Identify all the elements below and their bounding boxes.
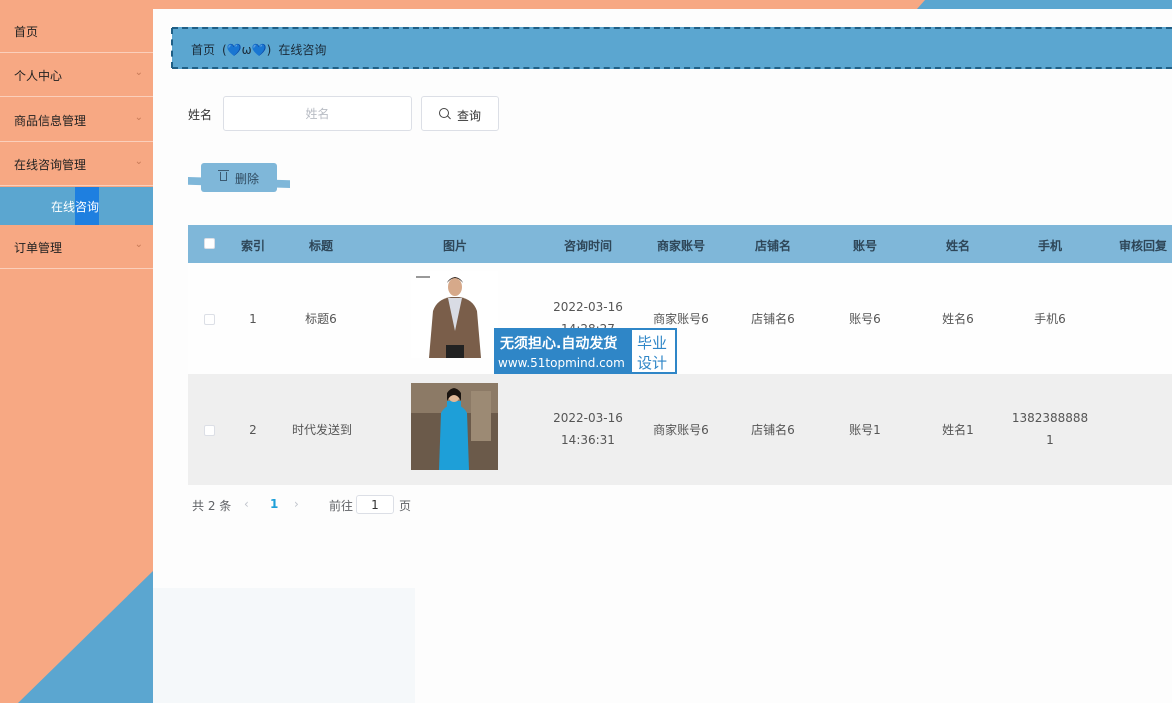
search-icon: [439, 108, 449, 118]
sidebar-subitem-online-consult[interactable]: 在线咨询: [0, 187, 153, 225]
cell-time-date: 2022-03-16: [553, 411, 623, 425]
cell-phone: 1382388888: [1011, 411, 1089, 425]
breadcrumb-home[interactable]: 首页: [191, 43, 215, 57]
sidebar: 首页 个人中心 ⌄ 商品信息管理 ⌄ 在线咨询管理 ⌄ 在线咨询 订单管理 ⌄: [0, 9, 153, 703]
table-row[interactable]: 1 标题6 2022-03-16 14:28:27 商家账号6 店铺名6 账号6…: [188, 263, 1172, 374]
watermark-badge1: 毕业: [637, 334, 668, 352]
column-header-account[interactable]: 账号: [830, 237, 900, 254]
select-all-checkbox[interactable]: [204, 238, 215, 249]
cell-merchant: 商家账号6: [653, 312, 709, 326]
sidebar-item-label: 订单管理: [14, 241, 63, 255]
cell-merchant: 商家账号6: [653, 423, 709, 437]
watermark: 无须担心.自动发货 www.51topmind.com 毕业 设计: [494, 328, 677, 374]
sidebar-subitem-label: 在线咨询: [51, 200, 100, 214]
sidebar-corner-decor: [18, 571, 153, 703]
product-image[interactable]: [411, 271, 498, 358]
chevron-down-icon: ⌄: [134, 112, 143, 123]
goto-label: 前往: [329, 499, 354, 513]
trash-icon: [218, 170, 229, 181]
watermark-line1: 无须担心.自动发货: [500, 336, 618, 352]
background-panel: [153, 588, 415, 703]
sidebar-item-label: 个人中心: [14, 69, 63, 83]
query-button[interactable]: 查询: [421, 96, 499, 131]
cell-index: 2: [249, 423, 257, 437]
cell-phone: 手机6: [1034, 312, 1066, 326]
sidebar-item-product-management[interactable]: 商品信息管理 ⌄: [0, 98, 153, 142]
watermark-badge2: 设计: [637, 354, 668, 372]
product-image[interactable]: [411, 383, 498, 470]
cell-shop: 店铺名6: [751, 423, 795, 437]
column-header-merchant[interactable]: 商家账号: [641, 237, 721, 254]
sidebar-item-personal-center[interactable]: 个人中心 ⌄: [0, 53, 153, 97]
cell-name: 姓名1: [942, 423, 974, 437]
woman-in-blue-sweater-photo: [411, 383, 498, 470]
row-checkbox[interactable]: [204, 425, 215, 436]
chevron-down-icon: ⌄: [134, 239, 143, 250]
row-checkbox[interactable]: [204, 314, 215, 325]
breadcrumb: 首页 (💙ω💙) 在线咨询: [171, 27, 1172, 69]
column-header-phone[interactable]: 手机: [1015, 237, 1085, 254]
delete-button[interactable]: 删除: [188, 163, 290, 195]
cell-phone-wrap: 1: [1046, 433, 1054, 447]
man-in-blazer-photo: [411, 271, 498, 358]
delete-button-label: 删除: [235, 172, 260, 186]
table-header: 索引 标题 图片 咨询时间 商家账号 店铺名 账号 姓名 手机 审核回复: [188, 225, 1172, 263]
table-row[interactable]: 2 时代发送到 2022-03-16 14:36:31 商家账号6 店铺名6 账…: [188, 374, 1172, 485]
goto-page-input[interactable]: [356, 495, 394, 514]
sidebar-item-home[interactable]: 首页: [0, 9, 153, 53]
cell-time-date: 2022-03-16: [553, 300, 623, 314]
chevron-down-icon: ⌄: [134, 156, 143, 167]
pagination-total: 共 2 条: [192, 499, 232, 513]
column-header-title[interactable]: 标题: [288, 237, 354, 254]
watermark-line2: www.51topmind.com: [498, 356, 625, 370]
cell-time-clock: 14:36:31: [561, 433, 615, 447]
sidebar-item-label: 在线咨询管理: [14, 158, 87, 172]
column-header-image[interactable]: 图片: [420, 237, 490, 254]
chevron-down-icon: ⌄: [134, 67, 143, 78]
search-label: 姓名: [188, 108, 213, 122]
column-header-reply[interactable]: 审核回复: [1108, 237, 1172, 254]
cell-title: 标题6: [305, 312, 337, 326]
cell-account: 账号6: [849, 312, 881, 326]
prev-page-button[interactable]: ‹: [244, 497, 249, 511]
cell-account: 账号1: [849, 423, 881, 437]
sidebar-item-label: 商品信息管理: [14, 114, 87, 128]
cell-title: 时代发送到: [291, 423, 352, 437]
sidebar-item-consult-management[interactable]: 在线咨询管理 ⌄: [0, 142, 153, 186]
breadcrumb-separator: (💙ω💙): [222, 43, 272, 57]
page-unit-label: 页: [399, 499, 412, 513]
cell-index: 1: [249, 312, 257, 326]
cell-shop: 店铺名6: [751, 312, 795, 326]
column-header-shop[interactable]: 店铺名: [738, 237, 808, 254]
query-button-label: 查询: [457, 109, 482, 123]
page-number-current[interactable]: 1: [270, 497, 278, 511]
sidebar-item-order-management[interactable]: 订单管理 ⌄: [0, 225, 153, 269]
sidebar-item-label: 首页: [14, 25, 39, 39]
name-search-input[interactable]: [223, 96, 412, 131]
top-decor-strip-blue: [917, 0, 1172, 9]
next-page-button[interactable]: ›: [294, 497, 299, 511]
column-header-index[interactable]: 索引: [228, 237, 278, 254]
column-header-time[interactable]: 咨询时间: [548, 237, 628, 254]
cell-name: 姓名6: [942, 312, 974, 326]
breadcrumb-current: 在线咨询: [278, 43, 327, 57]
column-header-name[interactable]: 姓名: [923, 237, 993, 254]
